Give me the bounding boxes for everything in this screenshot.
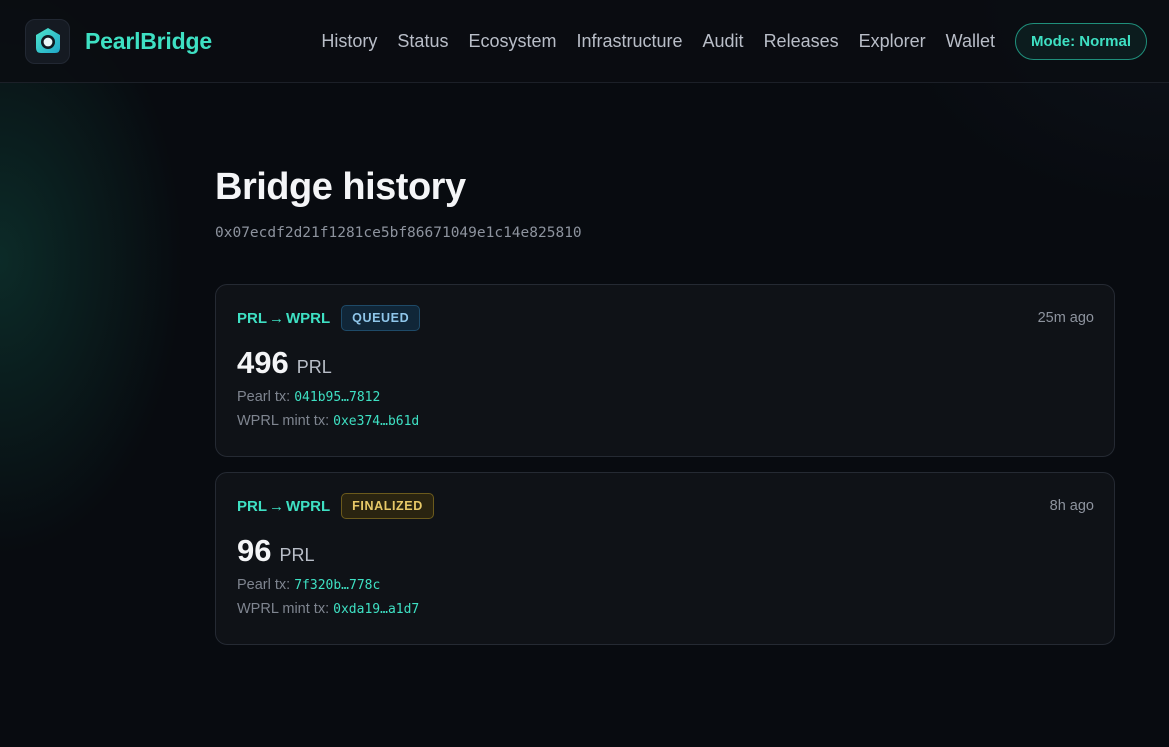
pearl-tx-row: Pearl tx: 041b95…7812	[237, 389, 381, 405]
mint-tx-row: WPRL mint tx: 0xda19…a1d7	[237, 601, 420, 617]
nav-wallet[interactable]: Wallet	[936, 31, 1005, 52]
transfer-card: PRL → WPRL FINALIZED 8h ago 96 PRL Pearl t…	[215, 472, 1115, 645]
transfer-pair: PRL → WPRL	[237, 497, 331, 515]
top-navbar: PearlBridge History Status Ecosystem Inf…	[0, 0, 1169, 83]
brand-name: PearlBridge	[85, 27, 212, 54]
mint-tx-link[interactable]: 0xe374…b61d	[333, 414, 419, 429]
transfer-amount: 496	[237, 345, 289, 380]
time-ago: 8h ago	[1049, 498, 1094, 514]
wallet-address: 0x07ecdf2d21f1281ce5bf86671049e1c14e8258…	[215, 225, 582, 241]
pearl-tx-link[interactable]: 7f320b…778c	[294, 578, 380, 593]
mint-tx-row: WPRL mint tx: 0xe374…b61d	[237, 413, 420, 429]
status-badge: FINALIZED	[341, 493, 434, 519]
mint-tx-link[interactable]: 0xda19…a1d7	[333, 602, 419, 617]
nav-status[interactable]: Status	[387, 31, 458, 52]
arrow-right-icon: →	[269, 497, 284, 515]
transfer-amount: 96	[237, 533, 272, 568]
nav-explorer[interactable]: Explorer	[849, 31, 936, 52]
pearl-logo-icon	[25, 18, 70, 64]
transfer-card: PRL → WPRL QUEUED 25m ago 496 PRL Pearl tx…	[215, 284, 1115, 457]
nav-releases[interactable]: Releases	[754, 31, 849, 52]
main-content: Bridge history 0x07ecdf2d21f1281ce5bf866…	[215, 165, 1115, 645]
nav-history[interactable]: History	[311, 31, 387, 52]
pearl-tx-link[interactable]: 041b95…7812	[294, 390, 380, 405]
brand[interactable]: PearlBridge	[25, 18, 212, 64]
nav-ecosystem[interactable]: Ecosystem	[458, 31, 566, 52]
transfer-pair: PRL → WPRL	[237, 309, 331, 327]
pearl-tx-row: Pearl tx: 7f320b…778c	[237, 577, 381, 593]
main-nav: History Status Ecosystem Infrastructure …	[311, 22, 1147, 60]
transfer-unit: PRL	[296, 357, 332, 377]
mode-toggle-button[interactable]: Mode: Normal	[1014, 22, 1147, 60]
nav-infrastructure[interactable]: Infrastructure	[566, 31, 692, 52]
nav-audit[interactable]: Audit	[693, 31, 754, 52]
arrow-right-icon: →	[269, 309, 284, 327]
page-title: Bridge history	[215, 166, 466, 208]
time-ago: 25m ago	[1037, 310, 1094, 326]
transfer-unit: PRL	[279, 545, 315, 565]
transfer-list: PRL → WPRL QUEUED 25m ago 496 PRL Pearl tx…	[215, 284, 1115, 660]
status-badge: QUEUED	[341, 305, 421, 331]
